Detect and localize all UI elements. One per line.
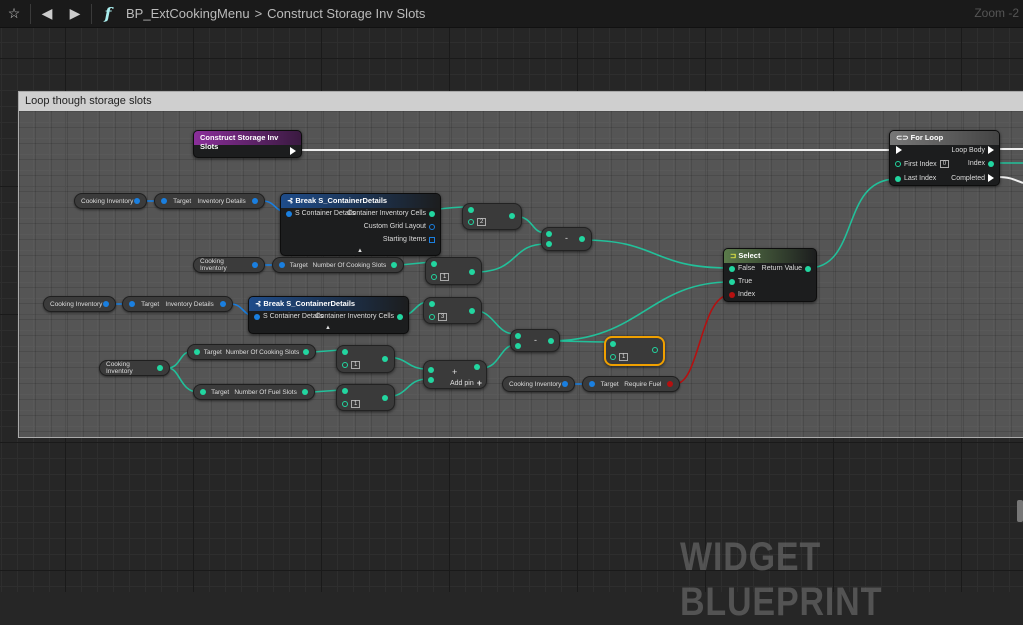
- back-arrow-icon[interactable]: ◀: [37, 5, 57, 22]
- subtract-node[interactable]: 1: [336, 345, 395, 373]
- require-fuel-getter[interactable]: Target Require Fuel: [582, 376, 680, 392]
- node-title: Break S_ContainerDetails: [263, 299, 356, 308]
- getter-label: Cooking Inventory: [81, 197, 134, 205]
- loop-icon: ⊂⊃: [896, 133, 911, 142]
- num-cooking-slots-getter[interactable]: Target Number Of Cooking Slots: [187, 344, 316, 360]
- target-label: Target: [600, 380, 619, 388]
- target-label: Target: [289, 261, 308, 269]
- target-label: Target: [141, 300, 160, 308]
- getter-label: Cooking Inventory: [106, 361, 133, 375]
- for-loop-title: For Loop: [910, 133, 944, 142]
- cooking-inventory-getter[interactable]: Cooking Inventory: [74, 193, 147, 209]
- add-pin-button[interactable]: Add pin +: [450, 378, 482, 388]
- exec-in-pin[interactable]: [896, 146, 902, 154]
- getter-label: Inventory Details: [165, 300, 214, 308]
- cooking-inventory-getter[interactable]: Cooking Inventory: [193, 257, 265, 273]
- breadcrumb-separator: >: [254, 6, 263, 21]
- last-index-pin[interactable]: [895, 175, 901, 182]
- completed-label: Completed: [951, 174, 985, 182]
- subtract-value[interactable]: 1: [440, 273, 450, 281]
- inventory-details-getter[interactable]: Target Inventory Details: [122, 296, 233, 312]
- subtract-operator: -: [534, 335, 537, 345]
- pin-label: S Container Details: [295, 210, 356, 217]
- loop-body-pin[interactable]: [988, 146, 994, 154]
- star-icon[interactable]: ☆: [4, 5, 24, 22]
- subtract-node[interactable]: -: [541, 227, 592, 251]
- pin-label: Container Inventory Cells: [347, 210, 426, 217]
- zoom-level: Zoom -2: [974, 6, 1019, 20]
- break-container-details-node[interactable]: ⊰ Break S_ContainerDetails S Container D…: [280, 193, 441, 256]
- index-pin[interactable]: [988, 160, 994, 167]
- pin-label: Return Value: [761, 265, 802, 272]
- breadcrumb-current[interactable]: Construct Storage Inv Slots: [267, 6, 425, 21]
- node-title: Break S_ContainerDetails: [295, 196, 388, 205]
- last-index-label: Last Index: [904, 175, 937, 182]
- function-entry-node[interactable]: Construct Storage Inv Slots: [193, 130, 302, 158]
- exec-out-pin[interactable]: [290, 147, 296, 155]
- comment-title[interactable]: Loop though storage slots: [19, 92, 1023, 111]
- getter-label: Number Of Fuel Slots: [234, 388, 297, 396]
- pin-label: Index: [738, 291, 756, 298]
- getter-label: Cooking Inventory: [200, 258, 227, 272]
- break-container-details-node[interactable]: ⊰ Break S_ContainerDetails S Container D…: [248, 296, 409, 334]
- add-pin-label: Add pin: [449, 379, 474, 387]
- subtract-value[interactable]: 1: [351, 361, 361, 369]
- target-label: Target: [173, 197, 192, 205]
- expand-arrow-icon[interactable]: ▲: [325, 325, 331, 331]
- plus-icon: +: [476, 378, 482, 388]
- completed-pin[interactable]: [988, 174, 994, 182]
- target-label: Target: [211, 388, 230, 396]
- pin-label: Custom Grid Layout: [363, 223, 426, 230]
- subtract-node[interactable]: 2: [462, 203, 522, 230]
- pin-label: Starting Items: [382, 236, 426, 243]
- first-index-input[interactable]: 0: [939, 160, 950, 168]
- function-icon: f: [104, 4, 112, 23]
- pin-label: True: [738, 278, 753, 285]
- getter-label: Require Fuel: [624, 380, 662, 388]
- expand-arrow-icon[interactable]: ▲: [357, 248, 363, 254]
- subtract-node[interactable]: 1: [425, 257, 482, 285]
- toolbar: ☆ ◀ ▶ f BP_ExtCookingMenu > Construct St…: [0, 0, 1023, 28]
- getter-label: Cooking Inventory: [509, 380, 562, 388]
- pin-label: False: [738, 265, 756, 272]
- index-label: Index: [967, 160, 985, 167]
- cooking-inventory-getter[interactable]: Cooking Inventory: [43, 296, 116, 312]
- subtract-node-selected[interactable]: 1: [604, 336, 665, 366]
- scrollbar[interactable]: [1017, 500, 1023, 522]
- getter-label: Number Of Cooking Slots: [312, 261, 387, 269]
- watermark: WIDGET BLUEPRINT: [680, 535, 883, 624]
- pin-label: S Container Details: [263, 313, 324, 320]
- cooking-inventory-getter[interactable]: Cooking Inventory: [502, 376, 575, 392]
- num-fuel-slots-getter[interactable]: Target Number Of Fuel Slots: [193, 384, 315, 400]
- num-cooking-slots-getter[interactable]: Target Number Of Cooking Slots: [272, 257, 404, 273]
- subtract-node[interactable]: 3: [423, 297, 482, 324]
- subtract-operator: -: [565, 233, 568, 243]
- subtract-value[interactable]: 3: [438, 313, 448, 321]
- loop-body-label: Loop Body: [951, 146, 985, 154]
- inventory-details-getter[interactable]: Target Inventory Details: [154, 193, 265, 209]
- target-label: Target: [203, 348, 222, 356]
- getter-label: Inventory Details: [197, 197, 246, 205]
- subtract-value[interactable]: 1: [351, 400, 361, 408]
- add-operator: +: [452, 367, 458, 377]
- pin-label: Container Inventory Cells: [315, 313, 394, 320]
- first-index-pin[interactable]: [895, 161, 901, 167]
- function-entry-title: Construct Storage Inv Slots: [200, 133, 279, 151]
- breadcrumb-root[interactable]: BP_ExtCookingMenu: [126, 6, 250, 21]
- for-loop-node[interactable]: ⊂⊃ For Loop First Index 0 Last Index Loop…: [889, 130, 1000, 186]
- getter-label: Number Of Cooking Slots: [225, 348, 300, 356]
- subtract-value[interactable]: 1: [619, 353, 629, 361]
- subtract-node[interactable]: -: [510, 329, 560, 352]
- forward-arrow-icon[interactable]: ▶: [65, 5, 85, 22]
- node-title: Select: [738, 251, 761, 260]
- select-node[interactable]: ⊐ Select False True Index Return Value: [723, 248, 817, 302]
- getter-label: Cooking Inventory: [50, 300, 103, 308]
- subtract-value[interactable]: 2: [477, 218, 487, 226]
- first-index-label: First Index: [904, 160, 937, 168]
- cooking-inventory-getter[interactable]: Cooking Inventory: [99, 360, 170, 376]
- add-node[interactable]: + Add pin +: [423, 360, 487, 389]
- subtract-node[interactable]: 1: [336, 384, 395, 411]
